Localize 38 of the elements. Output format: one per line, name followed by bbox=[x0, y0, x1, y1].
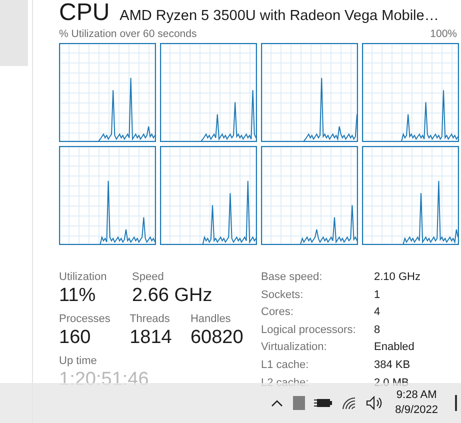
detail-label: Base speed: bbox=[261, 271, 324, 285]
square-icon[interactable] bbox=[293, 396, 306, 410]
detail-value: 8 bbox=[374, 324, 380, 338]
clock[interactable]: 9:28 AM 8/9/2022 bbox=[395, 388, 438, 418]
detail-label: Sockets: bbox=[261, 288, 304, 303]
detail-label: Cores: bbox=[261, 306, 294, 320]
stat-value: 2.66 GHz bbox=[132, 284, 212, 307]
stat-label: Speed bbox=[132, 271, 164, 283]
clock-date: 8/9/2022 bbox=[395, 403, 438, 418]
speaker-icon[interactable] bbox=[366, 396, 384, 410]
detail-value: 4 bbox=[374, 306, 380, 320]
clock-time: 9:28 AM bbox=[396, 388, 437, 403]
detail-value: Enabled bbox=[374, 341, 414, 356]
graph-caption: % Utilization over 60 seconds bbox=[59, 28, 197, 40]
panel-title: CPU bbox=[59, 0, 110, 26]
sidebar-panel bbox=[0, 0, 28, 66]
processor-name: AMD Ryzen 5 3500U with Radeon Vega Mobile… bbox=[120, 7, 439, 25]
detail-label: Virtualization: bbox=[261, 341, 328, 356]
detail-label: L2 cache: bbox=[261, 376, 310, 391]
stat-label: Threads bbox=[130, 313, 170, 325]
detail-value: 1 bbox=[374, 288, 380, 303]
wifi-icon[interactable] bbox=[341, 396, 358, 410]
detail-label: L1 cache: bbox=[261, 358, 310, 373]
stat-label: Processes bbox=[59, 313, 110, 325]
detail-value: 2.10 GHz bbox=[374, 271, 420, 285]
battery-icon[interactable] bbox=[314, 397, 332, 409]
stat-value: 60820 bbox=[190, 326, 244, 349]
chevron-up-icon[interactable] bbox=[270, 398, 284, 408]
stat-label: Handles bbox=[190, 313, 231, 325]
detail-value: 384 KB bbox=[374, 358, 410, 373]
stat-value: 11% bbox=[59, 284, 96, 307]
graph-max-label: 100% bbox=[430, 28, 457, 40]
detail-label: Logical processors: bbox=[261, 324, 357, 338]
stat-value: 1814 bbox=[130, 326, 172, 349]
stat-value: 160 bbox=[59, 326, 91, 349]
stat-label: Up time bbox=[59, 355, 97, 367]
stat-label: Utilization bbox=[59, 271, 107, 283]
stat-value: 1:20:51:46 bbox=[59, 368, 149, 391]
